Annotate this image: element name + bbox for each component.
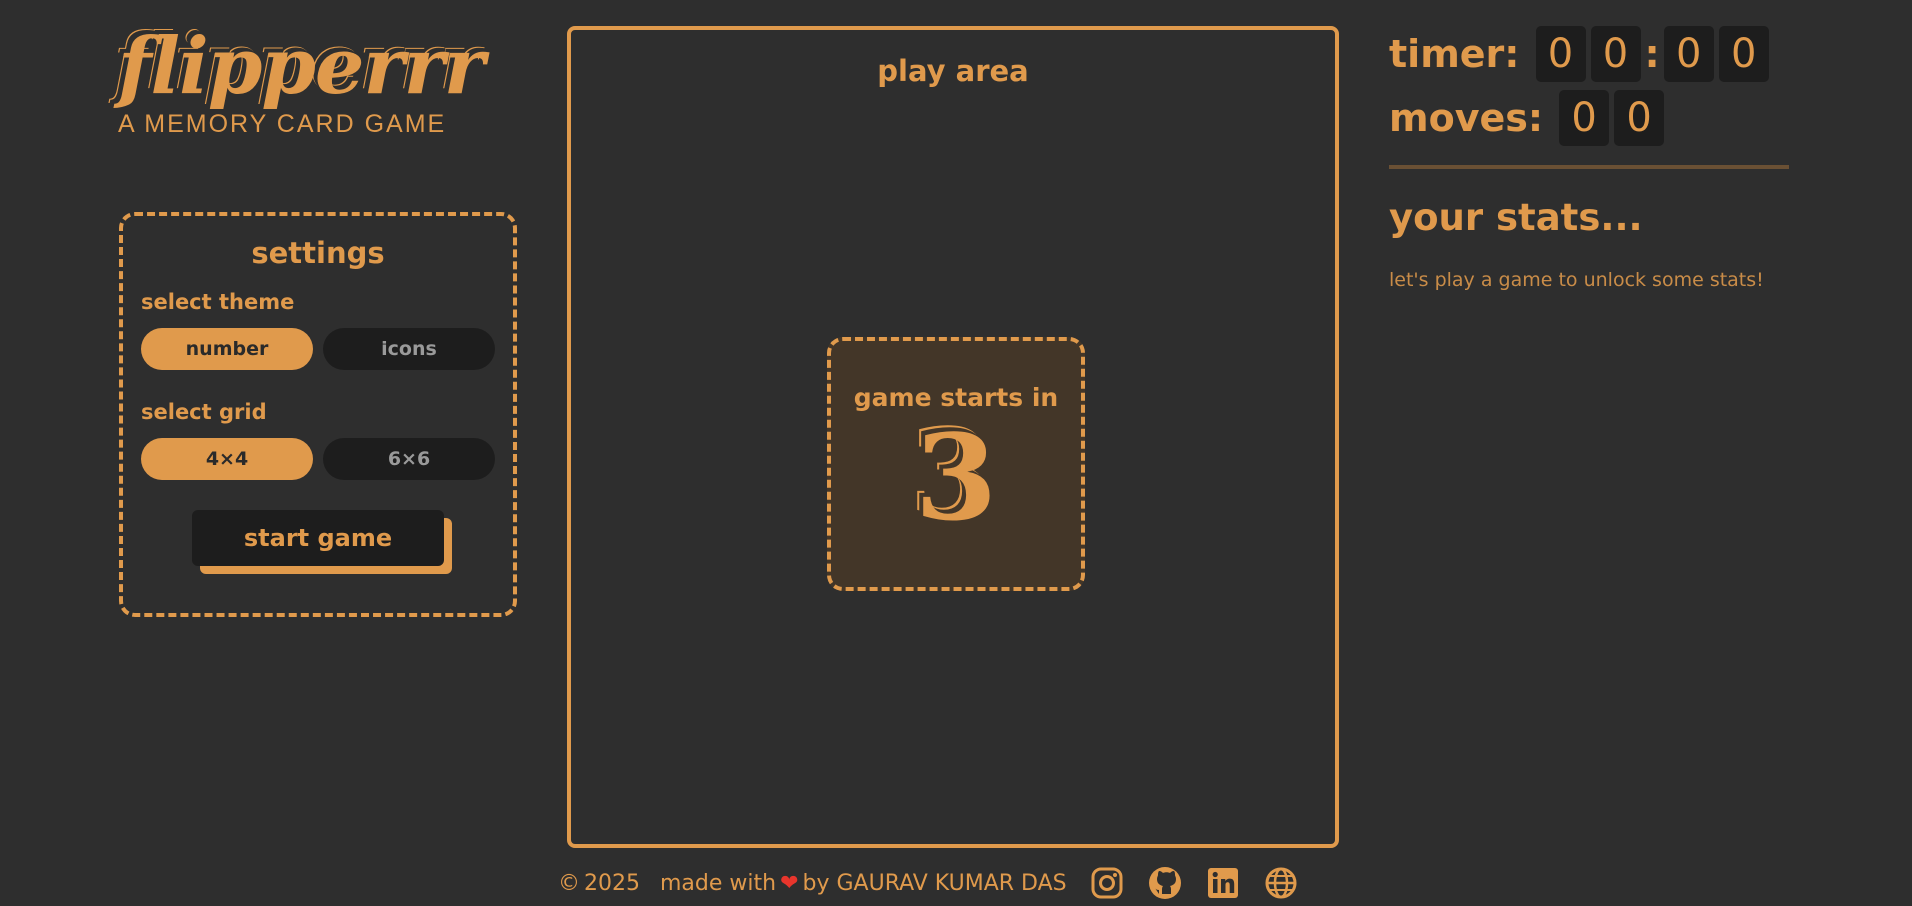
author-credit: by GAURAV KUMAR DAS — [802, 870, 1067, 896]
copyright-icon: © — [558, 870, 580, 896]
theme-selector: number icons — [141, 328, 495, 370]
app-subtitle: A MEMORY CARD GAME — [118, 110, 447, 138]
countdown-card: game starts in 3 — [827, 337, 1085, 591]
stats-title: your stats... — [1389, 196, 1643, 239]
timer-digit: 0 — [1663, 26, 1714, 82]
timer-digit: 0 — [1535, 26, 1586, 82]
social-links — [1089, 865, 1299, 901]
settings-panel: settings select theme number icons selec… — [119, 212, 517, 617]
stats-empty-message: let's play a game to unlock some stats! — [1389, 269, 1764, 291]
theme-option-icons[interactable]: icons — [323, 328, 495, 370]
grid-option-6x6[interactable]: 6×6 — [323, 438, 495, 480]
globe-icon[interactable] — [1263, 865, 1299, 901]
brand: flipperrr A MEMORY CARD GAME — [118, 21, 485, 139]
start-game-wrapper: start game — [192, 510, 452, 574]
made-with-text: made with — [660, 870, 777, 896]
heart-icon: ❤ — [780, 870, 799, 896]
settings-title: settings — [251, 236, 385, 270]
theme-option-number[interactable]: number — [141, 328, 313, 370]
instagram-icon[interactable] — [1089, 865, 1125, 901]
start-game-button[interactable]: start game — [192, 510, 444, 566]
moves-digit: 0 — [1559, 90, 1610, 146]
app-logo-title: flipperrr — [118, 21, 485, 112]
timer-label: timer: — [1389, 32, 1520, 76]
countdown-number: 3 — [914, 408, 998, 547]
moves-digit: 0 — [1614, 90, 1665, 146]
play-area-title: play area — [877, 54, 1029, 88]
copyright-year: 2025 — [584, 870, 640, 896]
linkedin-icon[interactable] — [1205, 865, 1241, 901]
stats-divider — [1389, 165, 1789, 169]
theme-label: select theme — [141, 290, 295, 314]
timer-digit: 0 — [1718, 26, 1769, 82]
timer-separator: : — [1644, 32, 1660, 76]
moves-display: moves: 0 0 — [1389, 90, 1669, 146]
moves-label: moves: — [1389, 96, 1544, 140]
grid-option-4x4[interactable]: 4×4 — [141, 438, 313, 480]
timer-digit: 0 — [1590, 26, 1641, 82]
github-icon[interactable] — [1147, 865, 1183, 901]
play-area: play area game starts in 3 — [567, 26, 1339, 848]
footer: © 2025 made with ❤ by GAURAV KUMAR DAS — [558, 865, 1299, 901]
grid-selector: 4×4 6×6 — [141, 438, 495, 480]
timer-display: timer: 0 0 : 0 0 — [1389, 26, 1774, 82]
grid-label: select grid — [141, 400, 267, 424]
